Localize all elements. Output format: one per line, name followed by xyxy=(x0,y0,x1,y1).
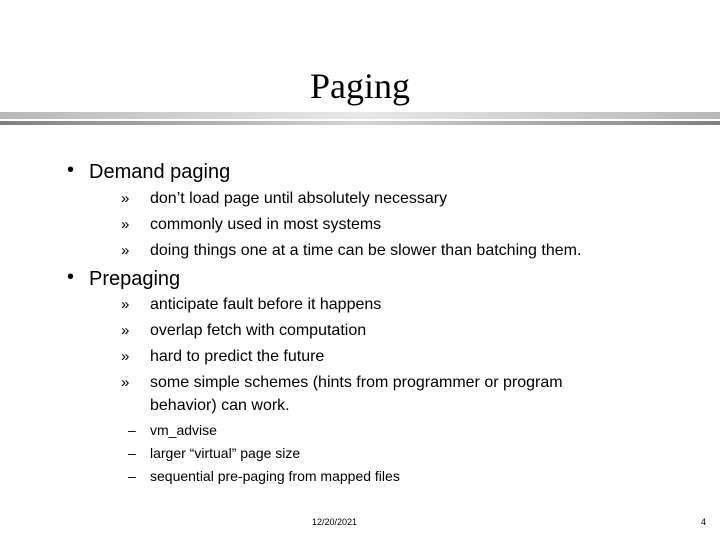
double-chevron-icon: » xyxy=(121,296,130,313)
bullet-icon: • xyxy=(67,159,75,181)
bullet-demand-paging: • Demand paging xyxy=(67,159,231,184)
subsub-bullet: – vm_advise xyxy=(128,421,217,439)
subsub-bullet-text: vm_advise xyxy=(150,422,217,438)
subsub-bullet: – larger “virtual” page size xyxy=(128,444,301,462)
sub-bullet-text: don’t load page until absolutely necessa… xyxy=(150,190,448,207)
sub-bullet-continuation: behavior) can work. xyxy=(150,396,290,416)
sub-bullet: » don’t load page until absolutely neces… xyxy=(121,189,448,209)
sub-bullet: » some simple schemes (hints from progra… xyxy=(121,373,563,393)
sub-bullet: » overlap fetch with computation xyxy=(121,321,367,341)
bullet-icon: • xyxy=(67,266,75,288)
title-divider-light xyxy=(0,112,720,119)
footer-date: 12/20/2021 xyxy=(312,517,358,527)
sub-bullet-text: anticipate fault before it happens xyxy=(150,296,382,313)
sub-bullet: » doing things one at a time can be slow… xyxy=(121,241,582,261)
double-chevron-icon: » xyxy=(121,242,130,259)
double-chevron-icon: » xyxy=(121,216,130,233)
subsub-bullet-text: larger “virtual” page size xyxy=(150,445,301,461)
dash-icon: – xyxy=(128,445,136,461)
sub-bullet-text: commonly used in most systems xyxy=(150,216,382,233)
double-chevron-icon: » xyxy=(121,322,130,339)
sub-bullet-text: overlap fetch with computation xyxy=(150,322,367,339)
dash-icon: – xyxy=(128,468,136,484)
double-chevron-icon: » xyxy=(121,190,130,207)
sub-bullet: » commonly used in most systems xyxy=(121,215,382,235)
bullet-text: Demand paging xyxy=(89,161,231,183)
bullet-text: Prepaging xyxy=(89,268,181,290)
subsub-bullet: – sequential pre-paging from mapped file… xyxy=(128,467,400,485)
sub-bullet-text: behavior) can work. xyxy=(150,397,290,414)
title-divider-dark xyxy=(0,121,720,125)
subsub-bullet-text: sequential pre-paging from mapped files xyxy=(150,468,400,484)
double-chevron-icon: » xyxy=(121,348,130,365)
double-chevron-icon: » xyxy=(121,374,130,391)
sub-bullet-text: some simple schemes (hints from programm… xyxy=(150,374,563,391)
bullet-prepaging: • Prepaging xyxy=(67,266,181,291)
slide-title: Paging xyxy=(309,66,410,106)
slide-number: 4 xyxy=(701,517,707,527)
sub-bullet-text: doing things one at a time can be slower… xyxy=(150,242,582,259)
sub-bullet: » hard to predict the future xyxy=(121,347,325,367)
sub-bullet-text: hard to predict the future xyxy=(150,348,325,365)
dash-icon: – xyxy=(128,422,136,438)
sub-bullet: » anticipate fault before it happens xyxy=(121,295,382,315)
